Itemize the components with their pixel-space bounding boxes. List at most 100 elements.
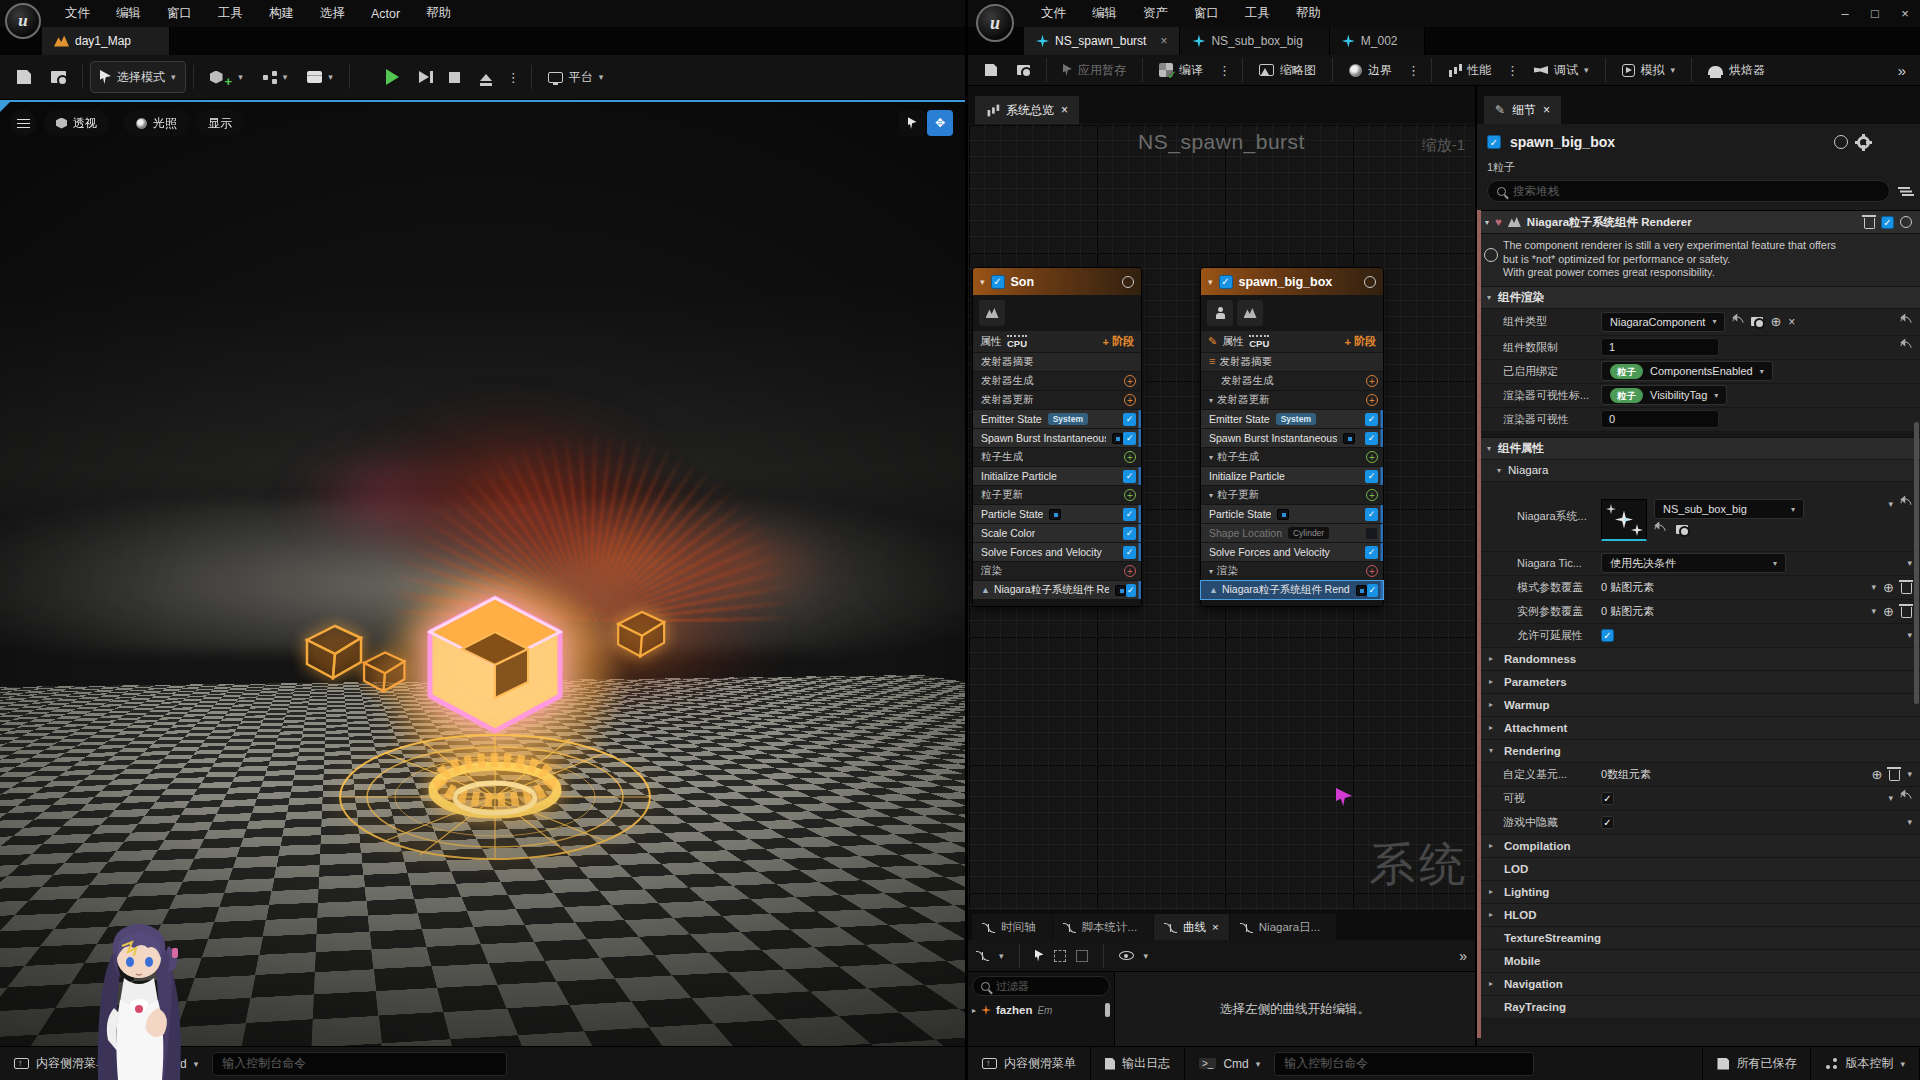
expand-icon[interactable]: ▾ <box>1907 630 1912 640</box>
add-module-icon[interactable]: + <box>1366 489 1378 501</box>
bounds-options[interactable]: ⋮ <box>1403 63 1424 78</box>
menu-item[interactable]: Actor <box>358 0 413 27</box>
curve-filter-input[interactable]: 过滤器 <box>972 976 1110 996</box>
asset-tab[interactable]: NS_spawn_burst × <box>1024 27 1180 55</box>
hidden-checkbox[interactable] <box>1601 816 1614 829</box>
minimize-button[interactable]: – <box>1830 6 1860 21</box>
details-group[interactable]: ▸Warmup <box>1477 694 1920 717</box>
node-enabled-checkbox[interactable] <box>991 275 1005 289</box>
row-checkbox[interactable] <box>1123 432 1136 445</box>
node-row[interactable]: Spawn Burst Instantaneous + <box>1201 429 1383 447</box>
viewport-options-button[interactable] <box>10 110 36 136</box>
viewport-show-button[interactable]: 显示 <box>196 110 244 136</box>
menu-item[interactable]: 帮助 <box>413 0 464 27</box>
node-row[interactable]: Particle State + <box>1201 505 1383 523</box>
compile-button[interactable]: 编译 <box>1150 54 1212 86</box>
add-icon[interactable]: ⊕ <box>1883 580 1894 595</box>
tab-day1-map[interactable]: day1_Map <box>42 27 170 55</box>
node-row[interactable]: Initialize Particle + <box>1201 467 1383 485</box>
expand-icon[interactable]: ▾ <box>1907 558 1912 568</box>
node-row[interactable]: 发射器更新 + <box>1201 391 1383 409</box>
bottom-tab[interactable]: 曲线 × <box>1154 914 1229 940</box>
add-module-icon[interactable]: + <box>1366 565 1378 577</box>
menu-item[interactable]: 资产 <box>1130 5 1181 22</box>
reset-icon[interactable] <box>1898 339 1914 355</box>
renderer-visibility-input[interactable]: 0 <box>1601 410 1719 428</box>
trash-icon[interactable] <box>1901 583 1912 594</box>
niagara-system-dropdown[interactable]: NS_sub_box_big▾ <box>1654 499 1804 519</box>
delete-renderer-icon[interactable] <box>1864 218 1875 229</box>
browse-content-button[interactable] <box>42 61 75 93</box>
filter-icon[interactable] <box>1898 186 1910 196</box>
add-module-icon[interactable]: + <box>1124 451 1136 463</box>
node-row[interactable]: 渲染 + <box>1201 562 1383 580</box>
viewport-lit-button[interactable]: 光照 <box>124 110 189 136</box>
save-button[interactable] <box>976 57 1006 83</box>
console-input[interactable]: 输入控制台命令 <box>1274 1052 1534 1076</box>
details-group[interactable]: ▸Compilation <box>1477 835 1920 858</box>
node-row[interactable]: Niagara粒子系统组件 Renderer + <box>973 581 1141 599</box>
add-actor-button[interactable]: +▾ <box>201 61 252 93</box>
close-tab-icon[interactable]: × <box>1160 34 1167 48</box>
blueprints-button[interactable]: ▾ <box>254 61 297 93</box>
details-group[interactable]: ▸HLOD <box>1477 904 1920 927</box>
console-input[interactable]: 输入控制台命令 <box>212 1052 507 1076</box>
frame-icon[interactable] <box>1076 950 1088 962</box>
eject-button[interactable] <box>471 61 501 93</box>
row-checkbox[interactable] <box>1365 432 1378 445</box>
add-module-icon[interactable]: + <box>1124 489 1136 501</box>
use-selected-icon[interactable] <box>1731 314 1747 330</box>
expand-icon[interactable]: ▾ <box>1907 817 1912 827</box>
details-group[interactable]: ▸Navigation <box>1477 973 1920 996</box>
info-icon[interactable] <box>1364 276 1376 288</box>
details-scrollbar[interactable] <box>1914 422 1919 704</box>
node-row[interactable]: Scale Color + <box>973 524 1141 542</box>
stop-button[interactable] <box>440 61 469 93</box>
marquee-icon[interactable] <box>1054 950 1066 962</box>
node-row[interactable]: 发射器生成 + <box>1201 372 1383 390</box>
browse-icon[interactable] <box>1676 525 1688 534</box>
row-checkbox[interactable] <box>1123 508 1136 521</box>
menu-item[interactable]: 窗口 <box>1181 5 1232 22</box>
menu-item[interactable]: 帮助 <box>1283 5 1334 22</box>
move-tool-button[interactable]: ✥ <box>927 110 953 136</box>
cmd-select[interactable]: >_Cmd▾ <box>1185 1047 1274 1080</box>
viewport-perspective-button[interactable]: 透视 <box>44 110 109 136</box>
emitter-node-spawn-big-box[interactable]: ▾ spawn_big_box ✎ 属性 CPU +阶段 <box>1200 267 1384 607</box>
expand-icon[interactable]: ▾ <box>1907 769 1912 779</box>
browse-icon[interactable] <box>1751 317 1763 326</box>
curve-type-icon[interactable] <box>976 951 989 960</box>
add-icon[interactable]: ⊕ <box>1883 604 1894 619</box>
details-group[interactable]: TextureStreaming <box>1477 927 1920 950</box>
info-icon[interactable] <box>1834 135 1848 149</box>
scalability-checkbox[interactable] <box>1601 629 1614 642</box>
node-enabled-checkbox[interactable] <box>1219 275 1233 289</box>
node-row[interactable]: 发射器摘要 + <box>1201 353 1383 371</box>
node-row[interactable]: 发射器更新 + <box>973 391 1141 409</box>
editor-mode-select[interactable]: 选择模式▾ <box>90 61 186 93</box>
output-log-button[interactable]: 输出日志 <box>1091 1047 1185 1080</box>
user-param-box[interactable] <box>1207 300 1233 326</box>
menu-item[interactable]: 构建 <box>256 0 307 27</box>
details-group[interactable]: Mobile <box>1477 950 1920 973</box>
component-limit-input[interactable]: 1 <box>1601 338 1719 356</box>
browse-button[interactable] <box>1008 57 1039 83</box>
add-module-icon[interactable]: + <box>1366 375 1378 387</box>
performance-button[interactable]: 性能 <box>1439 54 1500 86</box>
curve-overflow[interactable]: » <box>1459 948 1467 964</box>
node-row[interactable]: 粒子更新 + <box>973 486 1141 504</box>
details-group[interactable]: ▸Lighting <box>1477 881 1920 904</box>
component-type-dropdown[interactable]: NiagaraComponent▾ <box>1601 312 1725 332</box>
renderer-enabled-checkbox[interactable] <box>1881 216 1894 229</box>
add-module-icon[interactable]: + <box>1124 394 1136 406</box>
performance-options[interactable]: ⋮ <box>1502 63 1523 78</box>
add-stage-button[interactable]: +阶段 <box>1345 334 1376 349</box>
row-checkbox[interactable] <box>1123 470 1136 483</box>
asset-tab[interactable]: M_002 <box>1330 27 1425 55</box>
row-checkbox[interactable] <box>1365 546 1378 559</box>
niagara-system-thumbnail[interactable] <box>1601 499 1647 541</box>
node-row[interactable]: Particle State + <box>973 505 1141 523</box>
add-icon[interactable]: ⊕ <box>1872 767 1883 782</box>
select-tool-button[interactable] <box>899 110 925 136</box>
add-icon[interactable]: ⊕ <box>1770 314 1781 329</box>
